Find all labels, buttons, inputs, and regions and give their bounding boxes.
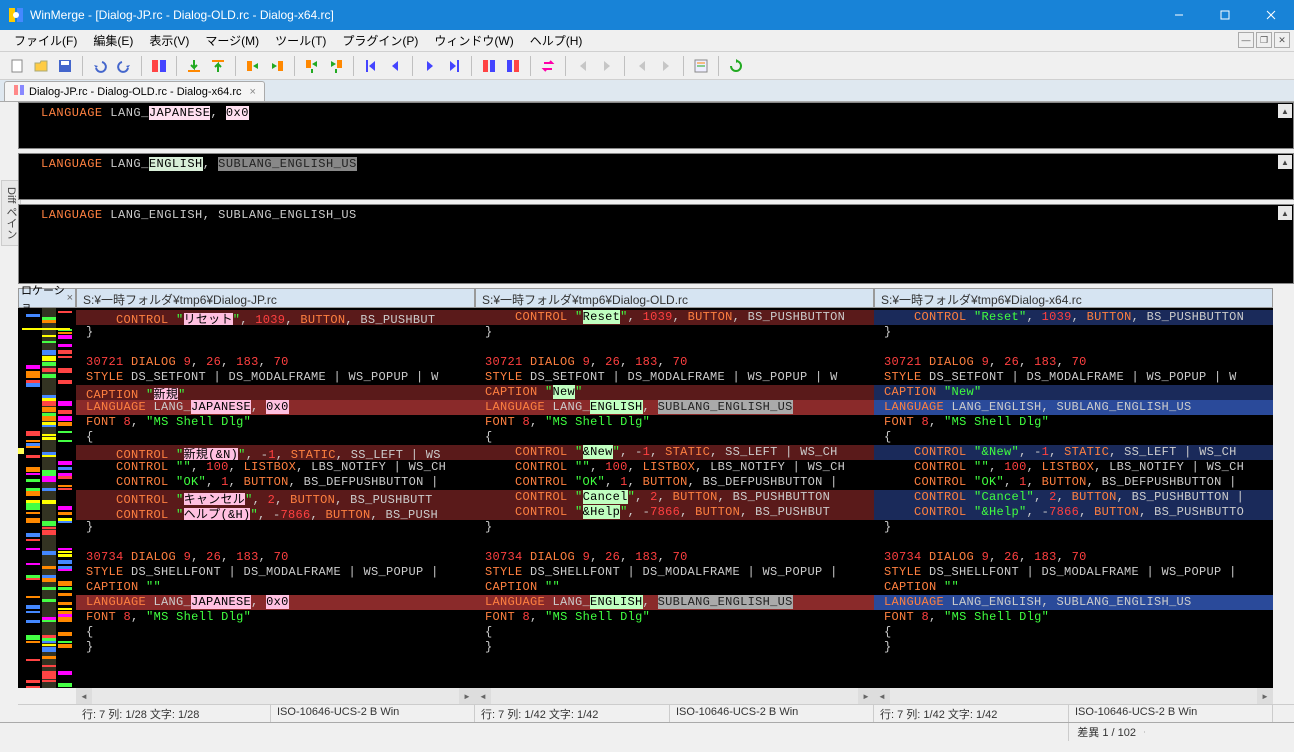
menu-help[interactable]: ヘルプ(H) bbox=[522, 30, 591, 51]
window-title: WinMerge - [Dialog-JP.rc - Dialog-OLD.rc… bbox=[30, 8, 1156, 22]
refresh-icon[interactable] bbox=[725, 55, 747, 77]
first-diff-icon[interactable] bbox=[360, 55, 382, 77]
undo-icon[interactable] bbox=[89, 55, 111, 77]
file-header-2[interactable]: S:¥一時フォルダ¥tmp6¥Dialog-OLD.rc bbox=[475, 288, 874, 308]
next-diff-icon[interactable] bbox=[183, 55, 205, 77]
diff-detail-pane-3[interactable]: LANGUAGE LANG_ENGLISH, SUBLANG_ENGLISH_U… bbox=[18, 204, 1294, 284]
save-icon[interactable] bbox=[54, 55, 76, 77]
code-pane-3[interactable]: CONTROL "Reset", 1039, BUTTON, BS_PUSHBU… bbox=[874, 308, 1273, 688]
file-header-1[interactable]: S:¥一時フォルダ¥tmp6¥Dialog-JP.rc bbox=[76, 288, 475, 308]
close-button[interactable] bbox=[1248, 0, 1294, 30]
mdi-close-button[interactable]: ✕ bbox=[1274, 32, 1290, 48]
prev-conflict-icon[interactable] bbox=[572, 55, 594, 77]
redo-icon[interactable] bbox=[113, 55, 135, 77]
next-file-icon[interactable] bbox=[655, 55, 677, 77]
mdi-minimize-button[interactable]: — bbox=[1238, 32, 1254, 48]
current-diff-left-icon[interactable] bbox=[478, 55, 500, 77]
current-diff-right-icon[interactable] bbox=[502, 55, 524, 77]
minimize-button[interactable] bbox=[1156, 0, 1202, 30]
status-enc-3: ISO-10646-UCS-2 B Win bbox=[1069, 705, 1273, 722]
next-conflict-icon[interactable] bbox=[596, 55, 618, 77]
copy-right-icon[interactable] bbox=[242, 55, 264, 77]
status-enc-2: ISO-10646-UCS-2 B Win bbox=[670, 705, 874, 722]
scroll-up-icon[interactable]: ▲ bbox=[1278, 155, 1292, 169]
hscrollbar-3[interactable]: ◄► bbox=[874, 688, 1273, 704]
menu-view[interactable]: 表示(V) bbox=[141, 30, 197, 51]
status-pos-2: 行: 7 列: 1/42 文字: 1/42 bbox=[475, 705, 670, 722]
swap-icon[interactable] bbox=[537, 55, 559, 77]
status-pos-3: 行: 7 列: 1/42 文字: 1/42 bbox=[874, 705, 1069, 722]
code-pane-2[interactable]: CONTROL "Reset", 1039, BUTTON, BS_PUSHBU… bbox=[475, 308, 874, 688]
titlebar: WinMerge - [Dialog-JP.rc - Dialog-OLD.rc… bbox=[0, 0, 1294, 30]
tab-file-icon bbox=[13, 84, 25, 99]
app-icon bbox=[8, 7, 24, 23]
diff-detail-panes: LANGUAGE LANG_JAPANESE, 0x0 ▲ LANGUAGE L… bbox=[18, 102, 1294, 284]
scroll-up-icon[interactable]: ▲ bbox=[1278, 104, 1292, 118]
hscrollbar-1[interactable]: ◄► bbox=[76, 688, 475, 704]
copy-left-advance-icon[interactable] bbox=[325, 55, 347, 77]
location-close-icon[interactable]: × bbox=[67, 292, 73, 304]
status-diff-count: 差異 1 / 102 bbox=[1068, 723, 1144, 741]
document-tab[interactable]: Dialog-JP.rc - Dialog-OLD.rc - Dialog-x6… bbox=[4, 81, 265, 101]
tab-close-icon[interactable]: × bbox=[250, 86, 256, 98]
open-icon[interactable] bbox=[30, 55, 52, 77]
location-pane[interactable] bbox=[18, 308, 76, 688]
status-enc-1: ISO-10646-UCS-2 B Win bbox=[271, 705, 475, 722]
copy-right-advance-icon[interactable] bbox=[301, 55, 323, 77]
tab-label: Dialog-JP.rc - Dialog-OLD.rc - Dialog-x6… bbox=[29, 86, 242, 98]
menu-file[interactable]: ファイル(F) bbox=[6, 30, 85, 51]
prev-diff-btn-icon[interactable] bbox=[384, 55, 406, 77]
maximize-button[interactable] bbox=[1202, 0, 1248, 30]
code-pane-1[interactable]: CONTROL "リセット", 1039, BUTTON, BS_PUSHBUT… bbox=[76, 308, 475, 688]
diff-detail-pane-1[interactable]: LANGUAGE LANG_JAPANESE, 0x0 ▲ bbox=[18, 102, 1294, 149]
options-icon[interactable] bbox=[690, 55, 712, 77]
prev-file-icon[interactable] bbox=[631, 55, 653, 77]
location-pane-header: ロケーショ× bbox=[18, 288, 76, 308]
menu-plugins[interactable]: プラグイン(P) bbox=[334, 30, 426, 51]
menu-tools[interactable]: ツール(T) bbox=[267, 30, 334, 51]
menu-merge[interactable]: マージ(M) bbox=[197, 30, 267, 51]
scroll-up-icon[interactable]: ▲ bbox=[1278, 206, 1292, 220]
toolbar bbox=[0, 52, 1294, 80]
last-diff-icon[interactable] bbox=[443, 55, 465, 77]
file-header-3[interactable]: S:¥一時フォルダ¥tmp6¥Dialog-x64.rc bbox=[874, 288, 1273, 308]
hscrollbar-2[interactable]: ◄► bbox=[475, 688, 874, 704]
menubar: ファイル(F) 編集(E) 表示(V) マージ(M) ツール(T) プラグイン(… bbox=[0, 30, 1294, 52]
status-pos-1: 行: 7 列: 1/28 文字: 1/28 bbox=[76, 705, 271, 722]
copy-left-icon[interactable] bbox=[266, 55, 288, 77]
mdi-restore-button[interactable]: ❐ bbox=[1256, 32, 1272, 48]
menu-edit[interactable]: 編集(E) bbox=[85, 30, 141, 51]
statusbar: 差異 1 / 102 bbox=[0, 722, 1294, 740]
next-diff-btn-icon[interactable] bbox=[419, 55, 441, 77]
diff-detail-pane-2[interactable]: LANGUAGE LANG_ENGLISH, SUBLANG_ENGLISH_U… bbox=[18, 153, 1294, 200]
prev-diff-icon[interactable] bbox=[207, 55, 229, 77]
diff-panes-icon[interactable] bbox=[148, 55, 170, 77]
menu-window[interactable]: ウィンドウ(W) bbox=[426, 30, 521, 51]
document-tabs: Dialog-JP.rc - Dialog-OLD.rc - Dialog-x6… bbox=[0, 80, 1294, 102]
new-icon[interactable] bbox=[6, 55, 28, 77]
